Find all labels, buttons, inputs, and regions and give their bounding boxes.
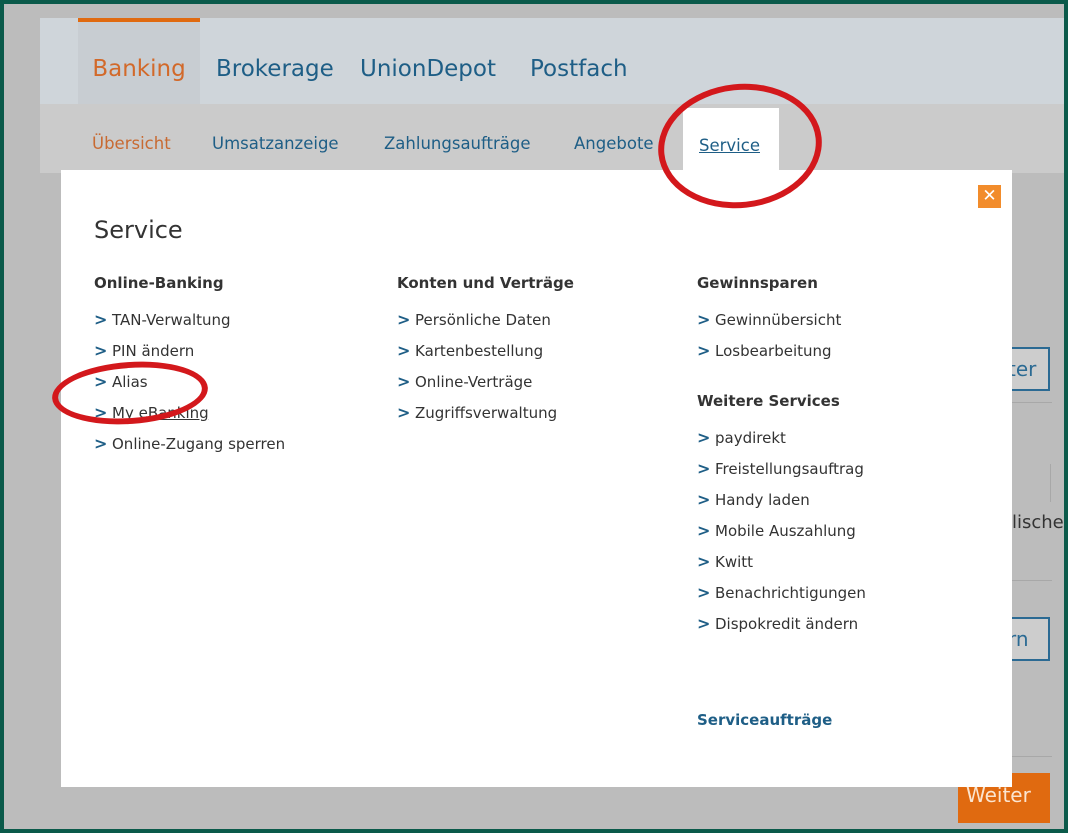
list-item[interactable]: > Benachrichtigungen bbox=[697, 583, 866, 614]
background-text: lischer bbox=[1012, 512, 1068, 533]
tab-uniondepot[interactable]: UnionDepot bbox=[360, 18, 496, 104]
chevron-right-icon: > bbox=[397, 372, 411, 391]
chevron-right-icon: > bbox=[94, 341, 108, 360]
list-item[interactable]: > Online-Verträge bbox=[397, 372, 574, 403]
list-item[interactable]: > Losbearbeitung bbox=[697, 341, 866, 372]
column-heading: Online-Banking bbox=[94, 274, 224, 292]
list-item[interactable]: > Freistellungsauftrag bbox=[697, 459, 866, 490]
service-modal: ✕ Service Online-Banking > TAN-Verwaltung… bbox=[61, 170, 1012, 787]
browser-frame: Banking Brokerage UnionDepot Postfach Üb… bbox=[0, 0, 1068, 833]
serviceauftraege-link[interactable]: Serviceaufträge bbox=[697, 711, 832, 729]
subnav-item-angebote[interactable]: Angebote bbox=[574, 134, 654, 153]
subnav-item-zahlungsauftraege[interactable]: Zahlungsaufträge bbox=[384, 134, 531, 153]
chevron-right-icon: > bbox=[697, 552, 711, 571]
close-icon[interactable]: ✕ bbox=[978, 185, 1001, 208]
chevron-right-icon: > bbox=[697, 583, 711, 602]
list-item[interactable]: > Dispokredit ändern bbox=[697, 614, 866, 645]
chevron-right-icon: > bbox=[697, 614, 711, 633]
subnav-item-uebersicht[interactable]: Übersicht bbox=[92, 134, 171, 153]
list-item[interactable]: > Zugriffsverwaltung bbox=[397, 403, 574, 434]
column-konten-vertraege: Konten und Verträge > Persönliche Daten >… bbox=[397, 274, 574, 434]
chevron-right-icon: > bbox=[697, 490, 711, 509]
chevron-right-icon: > bbox=[397, 341, 411, 360]
tab-banking[interactable]: Banking bbox=[78, 18, 200, 104]
chevron-right-icon: > bbox=[697, 341, 711, 360]
chevron-right-icon: > bbox=[697, 310, 711, 329]
chevron-right-icon: > bbox=[397, 403, 411, 422]
list-item[interactable]: > Gewinnübersicht bbox=[697, 310, 866, 341]
list-item[interactable]: > Mobile Auszahlung bbox=[697, 521, 866, 552]
chevron-right-icon: > bbox=[697, 459, 711, 478]
background-divider bbox=[1012, 756, 1052, 757]
modal-title: Service bbox=[94, 216, 183, 244]
chevron-right-icon: > bbox=[94, 310, 108, 329]
chevron-right-icon: > bbox=[697, 428, 711, 447]
subnav-item-umsatzanzeige[interactable]: Umsatzanzeige bbox=[212, 134, 339, 153]
tab-postfach[interactable]: Postfach bbox=[530, 18, 628, 104]
background-divider bbox=[1012, 402, 1052, 403]
column-heading: Weitere Services bbox=[697, 392, 840, 410]
list-item[interactable]: > TAN-Verwaltung bbox=[94, 310, 285, 341]
list-item[interactable]: > Kartenbestellung bbox=[397, 341, 574, 372]
background-divider bbox=[1050, 464, 1051, 502]
tab-brokerage[interactable]: Brokerage bbox=[216, 18, 334, 104]
list-item[interactable]: > Persönliche Daten bbox=[397, 310, 574, 341]
list-item[interactable]: > Online-Zugang sperren bbox=[94, 434, 285, 465]
top-navigation: Banking Brokerage UnionDepot Postfach bbox=[40, 18, 1064, 104]
column-gewinnsparen: Gewinnsparen > Gewinnübersicht > Losbearbe… bbox=[697, 274, 866, 645]
chevron-right-icon: > bbox=[94, 434, 108, 453]
column-heading: Gewinnsparen bbox=[697, 274, 818, 292]
chevron-right-icon: > bbox=[697, 521, 711, 540]
list-item[interactable]: > Kwitt bbox=[697, 552, 866, 583]
chevron-right-icon: > bbox=[397, 310, 411, 329]
list-item[interactable]: > paydirekt bbox=[697, 428, 866, 459]
background-divider bbox=[1012, 580, 1052, 581]
column-heading: Konten und Verträge bbox=[397, 274, 574, 292]
list-item[interactable]: > Handy laden bbox=[697, 490, 866, 521]
sub-navigation: Übersicht Umsatzanzeige Zahlungsaufträge… bbox=[40, 104, 1064, 173]
